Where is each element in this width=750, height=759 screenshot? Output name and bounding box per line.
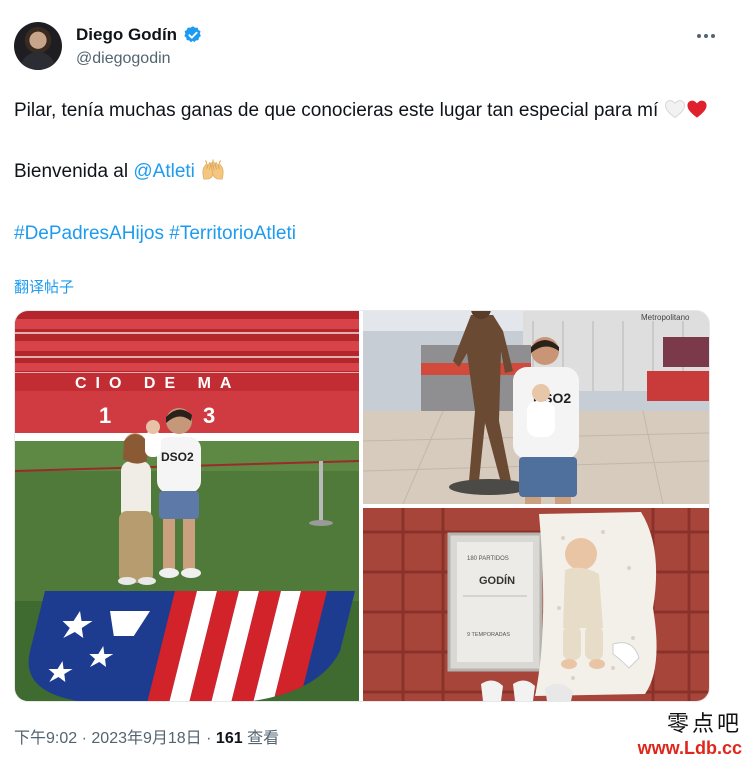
tweet-text-line1: Pilar, tenía muchas ganas de que conocie… bbox=[14, 100, 659, 121]
view-label: 查看 bbox=[247, 730, 280, 747]
tweet-time[interactable]: 下午9:02 bbox=[14, 730, 77, 747]
avatar[interactable] bbox=[14, 22, 62, 70]
tweet-footer: 下午9:02 · 2023年9月18日 · 161 查看 bbox=[14, 724, 279, 748]
watermark: 零点吧 www.Ldb.cc bbox=[638, 706, 742, 759]
separator-dot-2: · bbox=[206, 730, 212, 747]
red-heart-icon bbox=[686, 99, 708, 128]
author-name[interactable]: Diego Godín bbox=[76, 25, 177, 45]
hashtag-territorio-atleti[interactable]: #TerritorioAtleti bbox=[169, 223, 296, 244]
verified-badge-icon bbox=[183, 25, 203, 45]
stadium-sign: Metropolitano bbox=[641, 313, 690, 322]
separator-dot: · bbox=[81, 730, 87, 747]
stand-lettering: CIO DE MA bbox=[75, 375, 240, 392]
watermark-url: www.Ldb.cc bbox=[637, 738, 742, 758]
plaque-line1: 180 PARTIDOS bbox=[467, 556, 509, 562]
photo-plaque-baby[interactable]: 180 PARTIDOS GODÍN 9 TEMPORADAS bbox=[363, 508, 709, 701]
welcome-text: Bienvenida al bbox=[14, 161, 134, 182]
plaque-name: GODÍN bbox=[479, 574, 515, 587]
photo-stadium-family[interactable]: CIO DE MA 1 3 DSO2 bbox=[15, 311, 359, 701]
tweet-text: Pilar, tenía muchas ganas de que conocie… bbox=[14, 96, 719, 248]
shirt-text: DSO2 bbox=[161, 450, 194, 464]
photo-statue[interactable]: Metropolitano DSO2 bbox=[363, 311, 709, 504]
watermark-chinese: 零点吧 bbox=[666, 712, 742, 737]
plaque-line3: 9 TEMPORADAS bbox=[467, 632, 510, 638]
mention-link[interactable]: @Atleti bbox=[133, 161, 195, 182]
tweet-date[interactable]: 2023年9月18日 bbox=[91, 730, 201, 747]
svg-text:1: 1 bbox=[99, 403, 111, 428]
author-handle[interactable]: @diegogodin bbox=[76, 50, 171, 68]
tweet-header: Diego Godín @diegogodin bbox=[14, 22, 734, 74]
more-dots-icon[interactable] bbox=[692, 26, 720, 46]
hashtag-de-padres-a-hijos[interactable]: #DePadresAHijos bbox=[14, 223, 164, 244]
media-grid[interactable]: CIO DE MA 1 3 DSO2 Metropolitano DSO2 180… bbox=[14, 310, 710, 702]
svg-text:3: 3 bbox=[203, 403, 215, 428]
view-count: 161 bbox=[215, 730, 243, 747]
translate-post-link[interactable]: 翻译帖子 bbox=[14, 276, 74, 297]
raising-hands-icon bbox=[200, 159, 224, 190]
white-heart-icon bbox=[664, 99, 686, 128]
